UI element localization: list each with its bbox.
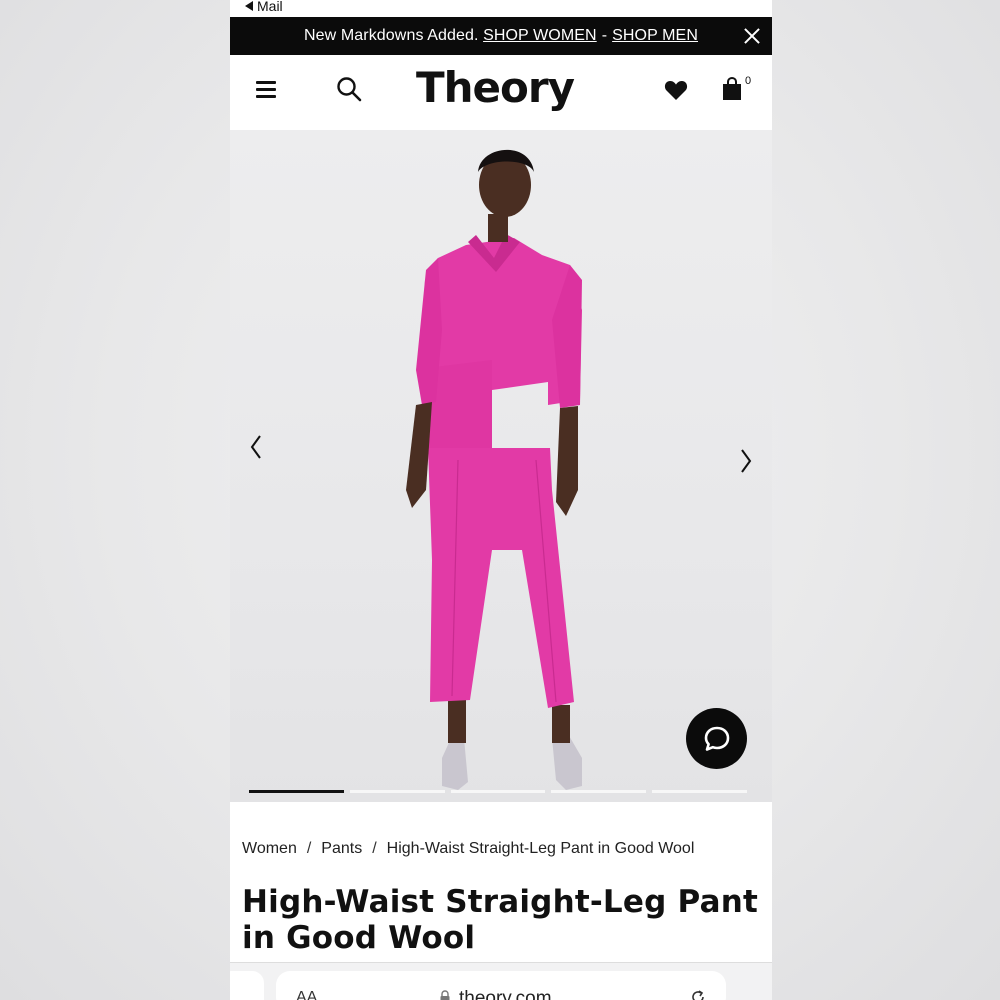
carousel-dot-4[interactable] <box>551 790 647 793</box>
carousel-dot-1[interactable] <box>249 790 344 793</box>
status-bar: Mail <box>230 0 772 17</box>
back-arrow-icon <box>245 1 253 11</box>
back-label: Mail <box>257 0 283 14</box>
reload-icon[interactable] <box>690 989 706 1000</box>
breadcrumb-women[interactable]: Women <box>242 840 297 858</box>
promo-separator: - <box>601 27 608 44</box>
back-to-mail-link[interactable]: Mail <box>245 0 283 14</box>
address-bar[interactable]: AA theory.com <box>276 971 726 1000</box>
carousel-dot-5[interactable] <box>652 790 747 793</box>
search-icon[interactable] <box>336 76 362 102</box>
shop-men-link[interactable]: SHOP MEN <box>612 27 698 45</box>
chat-button[interactable] <box>686 708 747 769</box>
theory-logo[interactable]: Theory <box>416 63 575 112</box>
breadcrumb-pants[interactable]: Pants <box>321 840 362 858</box>
carousel-dot-3[interactable] <box>450 790 546 793</box>
browser-toolbar: AA theory.com <box>230 962 772 1000</box>
next-image-arrow-icon[interactable] <box>736 446 756 476</box>
browser-tab-stub[interactable] <box>230 971 264 1000</box>
product-image-carousel[interactable] <box>230 130 772 802</box>
previous-image-arrow-icon[interactable] <box>246 432 266 462</box>
close-icon[interactable] <box>742 26 762 46</box>
lock-icon <box>440 990 450 1000</box>
promo-banner: New Markdowns Added. SHOP WOMEN - SHOP M… <box>230 17 772 55</box>
breadcrumb-separator: / <box>306 840 312 857</box>
breadcrumb-separator: / <box>372 840 377 857</box>
carousel-dot-2[interactable] <box>349 790 445 793</box>
url-text: theory.com <box>459 988 552 1000</box>
phone-screen: Mail New Markdowns Added. SHOP WOMEN - S… <box>230 0 772 1000</box>
shop-women-link[interactable]: SHOP WOMEN <box>483 27 597 45</box>
reader-settings-button[interactable]: AA <box>296 989 317 1000</box>
promo-text: New Markdowns Added. <box>304 27 479 44</box>
heart-icon[interactable] <box>664 79 688 101</box>
carousel-pagination <box>249 790 747 793</box>
bag-count-badge: 0 <box>745 75 752 87</box>
hamburger-menu-icon[interactable] <box>256 79 278 98</box>
chat-bubble-icon <box>704 726 729 751</box>
site-header: Theory 0 <box>230 55 772 130</box>
shopping-bag-icon[interactable] <box>722 77 742 101</box>
product-title: High-Waist Straight-Leg Pant in Good Woo… <box>242 884 758 956</box>
breadcrumb: Women / Pants / High-Waist Straight-Leg … <box>242 840 694 858</box>
breadcrumb-current: High-Waist Straight-Leg Pant in Good Woo… <box>386 840 695 857</box>
product-model-image <box>406 149 582 790</box>
